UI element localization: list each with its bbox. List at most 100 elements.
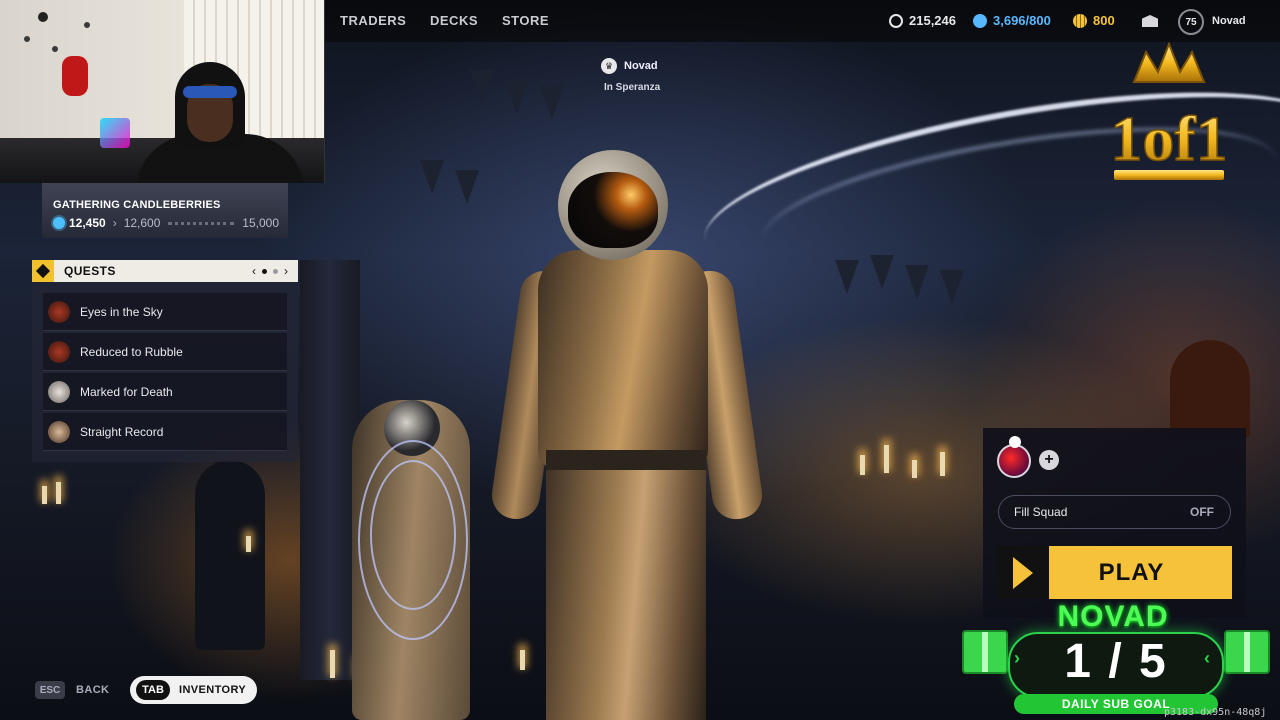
bunting-flag [870, 255, 894, 289]
coin-icon [889, 13, 903, 28]
bunting-flag [420, 160, 444, 194]
nav-decks[interactable]: DECKS [430, 13, 478, 28]
stream-logo: 1of1 [1110, 42, 1228, 180]
wall-decoration [52, 46, 58, 52]
candle [912, 460, 917, 478]
quest-item[interactable]: Straight Record [43, 413, 287, 451]
bunting-flag [455, 170, 479, 204]
candle [860, 455, 865, 475]
bunting-flag [470, 70, 494, 104]
candle [330, 650, 335, 678]
build-id: p3183-dx95n-48q8j [1164, 707, 1267, 718]
tab-key-hint: TAB [136, 680, 170, 700]
season-title: GATHERING CANDLEBERRIES [53, 199, 221, 211]
sub-goal-name: NOVAD [1057, 600, 1169, 633]
character-visor [568, 172, 658, 248]
currency-scrip[interactable]: 3,696/800 [973, 13, 1051, 28]
inventory-button[interactable]: TAB INVENTORY [130, 676, 257, 704]
scaffold-pillar [300, 260, 360, 680]
crown-icon: ♛ [601, 58, 617, 74]
wall-decoration [84, 22, 90, 28]
quest-giver-avatar [48, 300, 70, 323]
season-max-points: 15,000 [242, 216, 279, 230]
streamer-webcam [0, 0, 325, 183]
currency-coins[interactable]: 215,246 [889, 13, 956, 28]
streamer [135, 62, 305, 183]
red-plush-toy [62, 56, 88, 96]
player-nameplate: ♛ Novad [601, 58, 658, 74]
bunting-flag [940, 270, 964, 304]
quest-label: Eyes in the Sky [80, 304, 163, 319]
candle [246, 536, 251, 552]
background-npc [195, 460, 265, 650]
candle [940, 452, 945, 476]
sub-goal-count: 1 / 5 [1064, 635, 1168, 688]
nav-store[interactable]: STORE [502, 13, 549, 28]
chevron-left-icon[interactable]: ‹ [252, 264, 256, 278]
quest-giver-avatar [48, 340, 70, 363]
bunting-flag [835, 260, 859, 294]
season-points-icon [53, 217, 65, 229]
fill-squad-label: Fill Squad [1014, 505, 1068, 519]
astronaut-character [488, 150, 768, 720]
fill-squad-value: OFF [1190, 505, 1214, 519]
bunting-flag [505, 80, 529, 114]
gift-icon [962, 630, 1008, 674]
quest-giver-avatar [48, 420, 70, 443]
wall-decoration [24, 36, 30, 42]
player-nameplate-name: Novad [624, 60, 658, 72]
season-progress-track [168, 221, 235, 225]
quest-item[interactable]: Reduced to Rubble [43, 333, 287, 371]
chevron-right-icon: › [112, 216, 117, 230]
scrip-icon [973, 13, 987, 28]
rgb-light [100, 118, 130, 148]
season-progress-card[interactable]: GATHERING CANDLEBERRIES 12,450 › 12,600 … [42, 183, 288, 238]
nav-traders[interactable]: TRADERS [340, 13, 406, 28]
candle [884, 445, 889, 473]
candle [42, 486, 47, 504]
chevron-right-icon[interactable]: › [284, 264, 288, 278]
esc-key-hint[interactable]: ESC [35, 681, 65, 699]
streamer-headband [183, 86, 237, 98]
background-npc [1170, 340, 1250, 440]
currency-coins-value: 215,246 [909, 13, 956, 28]
quest-label: Marked for Death [80, 384, 173, 399]
gift-icon [1224, 630, 1270, 674]
character-torso [538, 250, 708, 470]
candle [56, 482, 61, 504]
season-current-points: 12,450 [69, 216, 106, 230]
logo-base [1114, 170, 1224, 180]
season-progress-row: 12,450 › 12,600 15,000 [53, 216, 279, 230]
quest-item[interactable]: Marked for Death [43, 373, 287, 411]
quests-title: QUESTS [64, 264, 116, 278]
back-button[interactable]: BACK [76, 684, 109, 696]
squad-leader-crown-icon [1009, 436, 1021, 448]
play-button[interactable]: PLAY [997, 546, 1232, 599]
quests-header: QUESTS ‹ › [32, 260, 298, 282]
wall-decoration [38, 12, 48, 22]
player-location: In Speranza [604, 82, 661, 93]
quest-item[interactable]: Eyes in the Sky [43, 293, 287, 331]
profile-name[interactable]: Novad [1212, 15, 1246, 27]
quests-pager: ‹ › [252, 264, 288, 278]
season-next-points: 12,600 [123, 216, 161, 230]
crown-icon [1132, 42, 1206, 83]
pager-dot-active[interactable] [262, 268, 267, 274]
quest-label: Straight Record [80, 424, 164, 439]
stream-logo-text: 1of1 [1110, 103, 1227, 174]
bunting-flag [905, 265, 929, 299]
currency-gold[interactable]: 800 [1073, 13, 1115, 28]
quest-giver-avatar [48, 380, 70, 403]
squad-member-avatar[interactable] [997, 444, 1031, 478]
play-label: PLAY [1098, 558, 1165, 586]
quest-label: Reduced to Rubble [80, 344, 183, 359]
bunting-flag [540, 85, 564, 119]
gold-coins-icon [1073, 13, 1087, 28]
player-level-badge[interactable]: 75 [1178, 9, 1204, 35]
fill-squad-toggle[interactable]: Fill Squad OFF [998, 495, 1231, 529]
currency-gold-value: 800 [1093, 13, 1115, 28]
add-squad-member-icon[interactable]: + [1039, 450, 1059, 470]
play-arrow-icon [997, 546, 1049, 599]
character-legs [546, 460, 706, 720]
pager-dot[interactable] [273, 268, 278, 274]
